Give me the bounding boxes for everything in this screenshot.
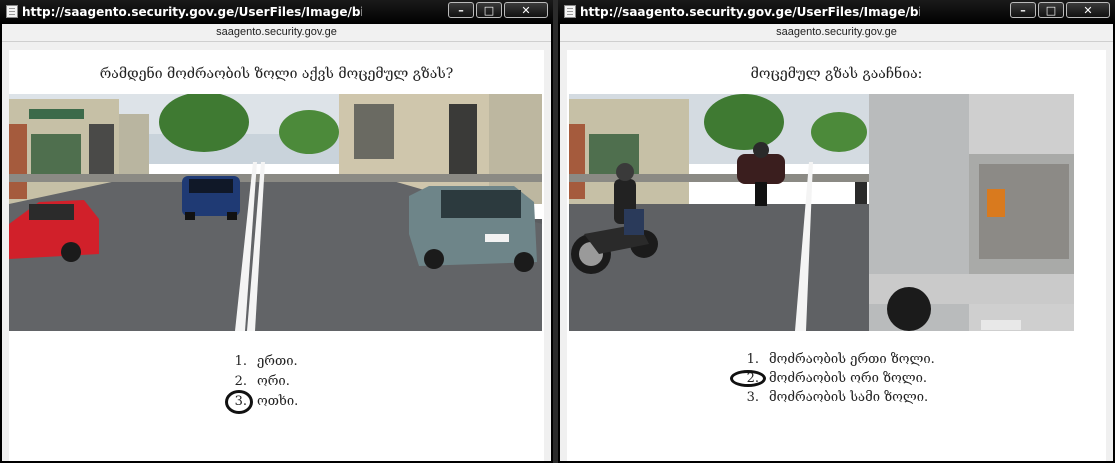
minimize-button[interactable]: – [1010,2,1036,18]
address-bar: saagento.security.gov.ge [2,24,551,42]
question-text: რამდენი მოძრაობის ზოლი აქვს მოცემულ გზას… [99,66,454,82]
browser-window-right: http://saagento.security.gov.ge/UserFile… [558,0,1115,463]
window-controls: – □ ✕ [1008,2,1110,20]
maximize-button[interactable]: □ [1038,2,1064,18]
answer-number: 3. [746,390,759,405]
browser-window-left: http://saagento.security.gov.ge/UserFile… [0,0,553,463]
page-icon [6,5,18,18]
question-panel: მოცემულ გზას გააჩნია: 1. მოძრაობის ერთი … [567,50,1106,461]
answer-text: მოძრაობის ერთი ზოლი. [769,352,935,367]
address-bar: saagento.security.gov.ge [560,24,1113,42]
maximize-button[interactable]: □ [476,2,502,18]
question-panel: რამდენი მოძრაობის ზოლი აქვს მოცემულ გზას… [9,50,544,461]
hand-drawn-circle-mark [730,370,766,387]
answer-text: ოთხი. [257,394,299,409]
road-photo [9,94,542,331]
hand-drawn-circle-mark [225,390,253,414]
road-photo [569,94,1074,331]
answer-number: 2. [234,374,247,389]
answer-option-3[interactable]: 3. მოძრაობის სამი ზოლი. [741,390,929,408]
page-icon [564,5,576,18]
answer-text: ორი. [257,374,290,389]
answer-number: 1. [234,354,247,369]
answer-text: მოძრაობის სამი ზოლი. [769,390,929,405]
answer-option-2[interactable]: 2. მოძრაობის ორი ზოლი. [741,371,927,389]
window-controls: – □ ✕ [446,2,548,20]
minimize-button[interactable]: – [448,2,474,18]
page-content: მოცემულ გზას გააჩნია: 1. მოძრაობის ერთი … [560,42,1113,461]
title-bar[interactable]: http://saagento.security.gov.ge/UserFile… [0,0,553,24]
road-scene-image [9,94,542,331]
answer-option-1[interactable]: 1. ერთი. [229,354,298,372]
question-text: მოცემულ გზას გააჩნია: [750,66,923,82]
answer-text: ერთი. [257,354,298,369]
window-title: http://saagento.security.gov.ge/UserFile… [580,5,920,19]
answer-option-1[interactable]: 1. მოძრაობის ერთი ზოლი. [741,352,935,370]
window-title: http://saagento.security.gov.ge/UserFile… [22,5,362,19]
page-content: რამდენი მოძრაობის ზოლი აქვს მოცემულ გზას… [2,42,551,461]
close-button[interactable]: ✕ [1066,2,1110,18]
road-scene-image [569,94,1074,331]
title-bar[interactable]: http://saagento.security.gov.ge/UserFile… [558,0,1115,24]
close-button[interactable]: ✕ [504,2,548,18]
answer-text: მოძრაობის ორი ზოლი. [769,371,928,386]
answer-number: 1. [746,352,759,367]
